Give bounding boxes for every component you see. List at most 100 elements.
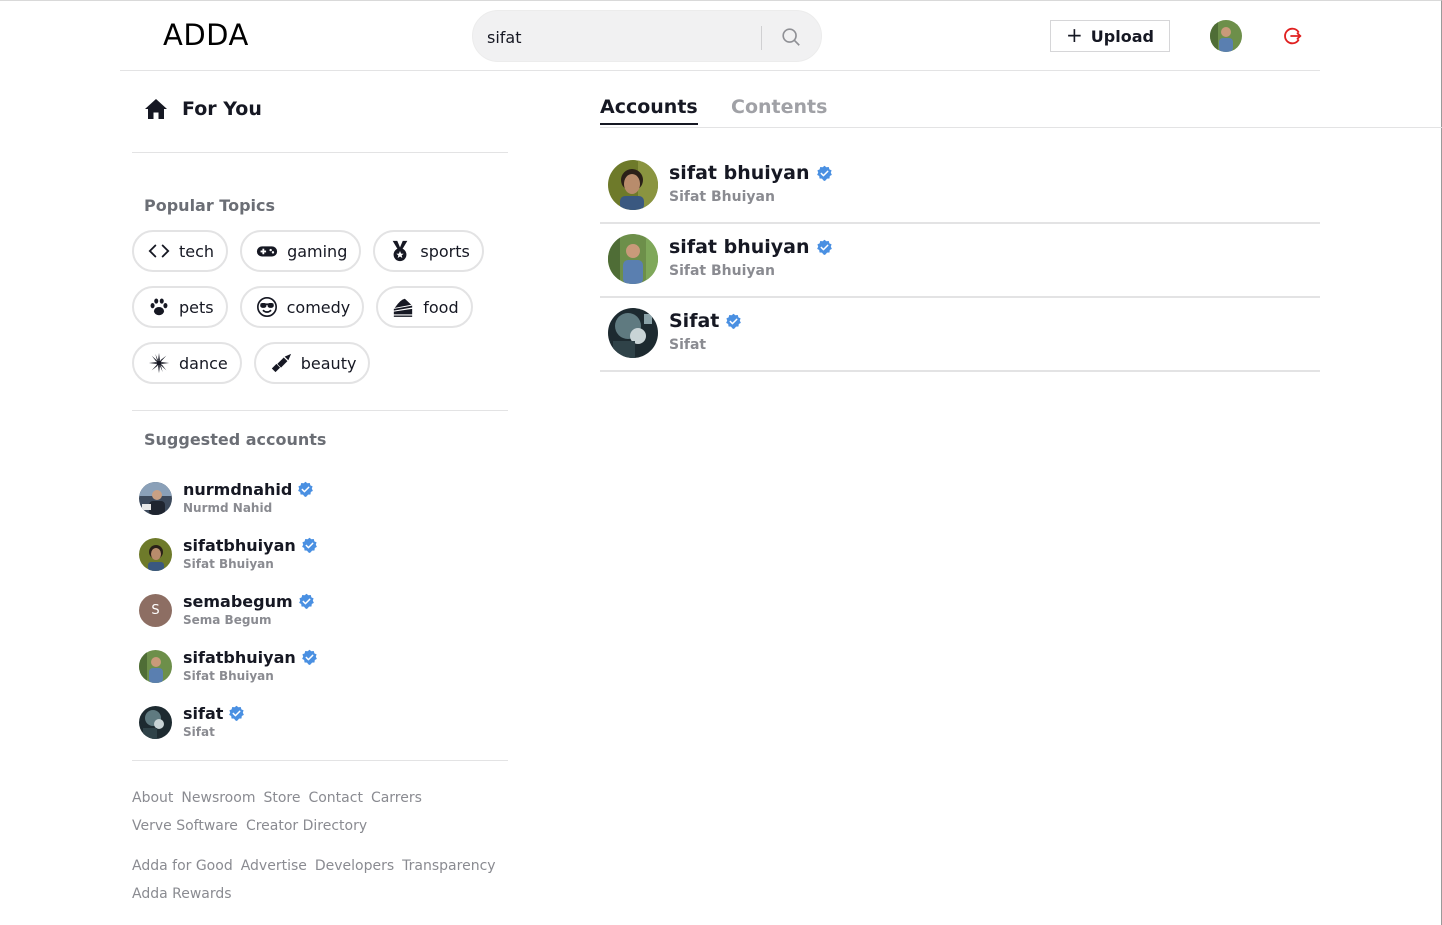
topic-label: tech xyxy=(179,241,215,261)
divider xyxy=(132,760,508,761)
plus-icon: + xyxy=(1066,23,1083,47)
verified-badge-icon xyxy=(229,705,245,721)
suggested-username: sifat xyxy=(183,703,224,723)
medal-icon xyxy=(393,240,408,262)
search-button[interactable] xyxy=(773,22,809,52)
avatar xyxy=(139,705,172,739)
home-icon xyxy=(145,99,167,119)
top-header: ADDA + Upload xyxy=(120,1,1320,71)
suggested-accounts-title: Suggested accounts xyxy=(144,430,327,449)
footer-link-transparency[interactable]: Transparency xyxy=(402,858,495,874)
suggested-display-name: Sifat xyxy=(183,724,215,739)
verified-badge-icon xyxy=(301,649,317,665)
avatar xyxy=(139,537,172,571)
footer-link-store[interactable]: Store xyxy=(263,790,300,806)
verified-badge-icon xyxy=(816,165,832,181)
logo[interactable]: ADDA xyxy=(163,18,249,52)
upload-label: Upload xyxy=(1090,26,1154,46)
result-display-name: Sifat Bhuiyan xyxy=(669,263,775,279)
topic-chip-food[interactable]: food xyxy=(376,286,473,328)
result-display-name: Sifat xyxy=(669,337,707,353)
nav-for-you[interactable]: For You xyxy=(144,98,262,120)
code-icon xyxy=(148,244,170,258)
avatar xyxy=(608,308,658,358)
account-result[interactable]: Sifat Sifat xyxy=(600,298,1320,372)
tab-accounts[interactable]: Accounts xyxy=(600,96,698,125)
suggested-accounts-list: nurmdnahid Nurmd Nahid sifatbhuiyan Sifa… xyxy=(139,470,499,750)
avatar-initial: S xyxy=(151,602,160,618)
footer-link-verve-software[interactable]: Verve Software xyxy=(132,818,238,834)
search-bar xyxy=(472,10,822,62)
search-divider xyxy=(761,26,762,50)
nav-for-you-label: For You xyxy=(182,98,262,120)
app-frame: ADDA + Upload For You Popular Topics xyxy=(0,0,1442,925)
topic-chip-tech[interactable]: tech xyxy=(132,230,229,272)
popular-topics-title: Popular Topics xyxy=(144,196,276,215)
avatar xyxy=(608,160,658,210)
verified-badge-icon xyxy=(726,313,742,329)
result-display-name: Sifat Bhuiyan xyxy=(669,189,775,205)
profile-avatar[interactable] xyxy=(1210,20,1242,52)
topic-chip-pets[interactable]: pets xyxy=(132,286,228,328)
topic-label: beauty xyxy=(300,353,357,373)
verified-badge-icon xyxy=(298,481,314,497)
topic-chip-comedy[interactable]: comedy xyxy=(239,286,365,328)
footer-link-about[interactable]: About xyxy=(132,790,173,806)
verified-badge-icon xyxy=(301,537,317,553)
search-result-tabs: Accounts Contents xyxy=(600,96,1442,128)
logout-icon[interactable] xyxy=(1281,25,1303,47)
suggested-username: sifatbhuiyan xyxy=(183,535,296,555)
suggested-username: sifatbhuiyan xyxy=(183,647,296,667)
footer-link-newsroom[interactable]: Newsroom xyxy=(181,790,255,806)
footer-link-adda-for-good[interactable]: Adda for Good xyxy=(132,858,233,874)
footer-link-contact[interactable]: Contact xyxy=(308,790,362,806)
topic-label: comedy xyxy=(286,297,351,317)
topic-chip-dance[interactable]: dance xyxy=(132,342,242,384)
topic-label: pets xyxy=(179,297,214,317)
footer-link-advertise[interactable]: Advertise xyxy=(241,858,307,874)
avatar xyxy=(608,234,658,284)
avatar: S xyxy=(139,593,172,627)
suggested-account[interactable]: sifatbhuiyan Sifat Bhuiyan xyxy=(139,638,499,694)
footer-links: About Newsroom Store Contact Carrers Ver… xyxy=(132,784,508,908)
topic-chip-sports[interactable]: sports xyxy=(373,230,484,272)
sunglasses-smile-icon xyxy=(256,297,277,317)
suggested-display-name: Sema Begum xyxy=(183,612,272,627)
suggested-account[interactable]: sifat Sifat xyxy=(139,694,499,750)
avatar xyxy=(139,481,172,515)
topic-label: sports xyxy=(420,241,470,261)
footer-link-developers[interactable]: Developers xyxy=(315,858,394,874)
cake-icon xyxy=(394,298,413,317)
footer-link-adda-rewards[interactable]: Adda Rewards xyxy=(132,886,232,902)
search-icon xyxy=(782,28,800,46)
verified-badge-icon xyxy=(816,239,832,255)
suggested-account[interactable]: nurmdnahid Nurmd Nahid xyxy=(139,470,499,526)
suggested-display-name: Sifat Bhuiyan xyxy=(183,668,274,683)
paw-icon xyxy=(150,298,168,316)
topic-chip-beauty[interactable]: beauty xyxy=(253,342,371,384)
footer-link-careers[interactable]: Carrers xyxy=(371,790,422,806)
topic-label: food xyxy=(423,297,459,317)
avatar xyxy=(139,649,172,683)
footer-link-creator-directory[interactable]: Creator Directory xyxy=(246,818,367,834)
suggested-display-name: Nurmd Nahid xyxy=(183,500,273,515)
account-result[interactable]: sifat bhuiyan Sifat Bhuiyan xyxy=(600,150,1320,224)
result-username: sifat bhuiyan xyxy=(669,236,810,258)
upload-button[interactable]: + Upload xyxy=(1050,20,1170,52)
avatar-photo xyxy=(1210,20,1242,52)
suggested-display-name: Sifat Bhuiyan xyxy=(183,556,274,571)
account-result[interactable]: sifat bhuiyan Sifat Bhuiyan xyxy=(600,224,1320,298)
result-username: Sifat xyxy=(669,310,720,332)
tab-contents[interactable]: Contents xyxy=(731,96,827,123)
topic-chip-gaming[interactable]: gaming xyxy=(240,230,362,272)
topics-list: tech gaming sports pets comedy food danc… xyxy=(132,230,508,398)
divider xyxy=(132,410,508,411)
result-username: sifat bhuiyan xyxy=(669,162,810,184)
suggested-account[interactable]: S semabegum Sema Begum xyxy=(139,582,499,638)
disco-icon xyxy=(148,352,170,374)
divider xyxy=(132,152,508,153)
suggested-account[interactable]: sifatbhuiyan Sifat Bhuiyan xyxy=(139,526,499,582)
verified-badge-icon xyxy=(298,593,314,609)
search-input[interactable] xyxy=(487,25,747,49)
account-results-list: sifat bhuiyan Sifat Bhuiyan sifat bhuiya… xyxy=(600,150,1320,372)
